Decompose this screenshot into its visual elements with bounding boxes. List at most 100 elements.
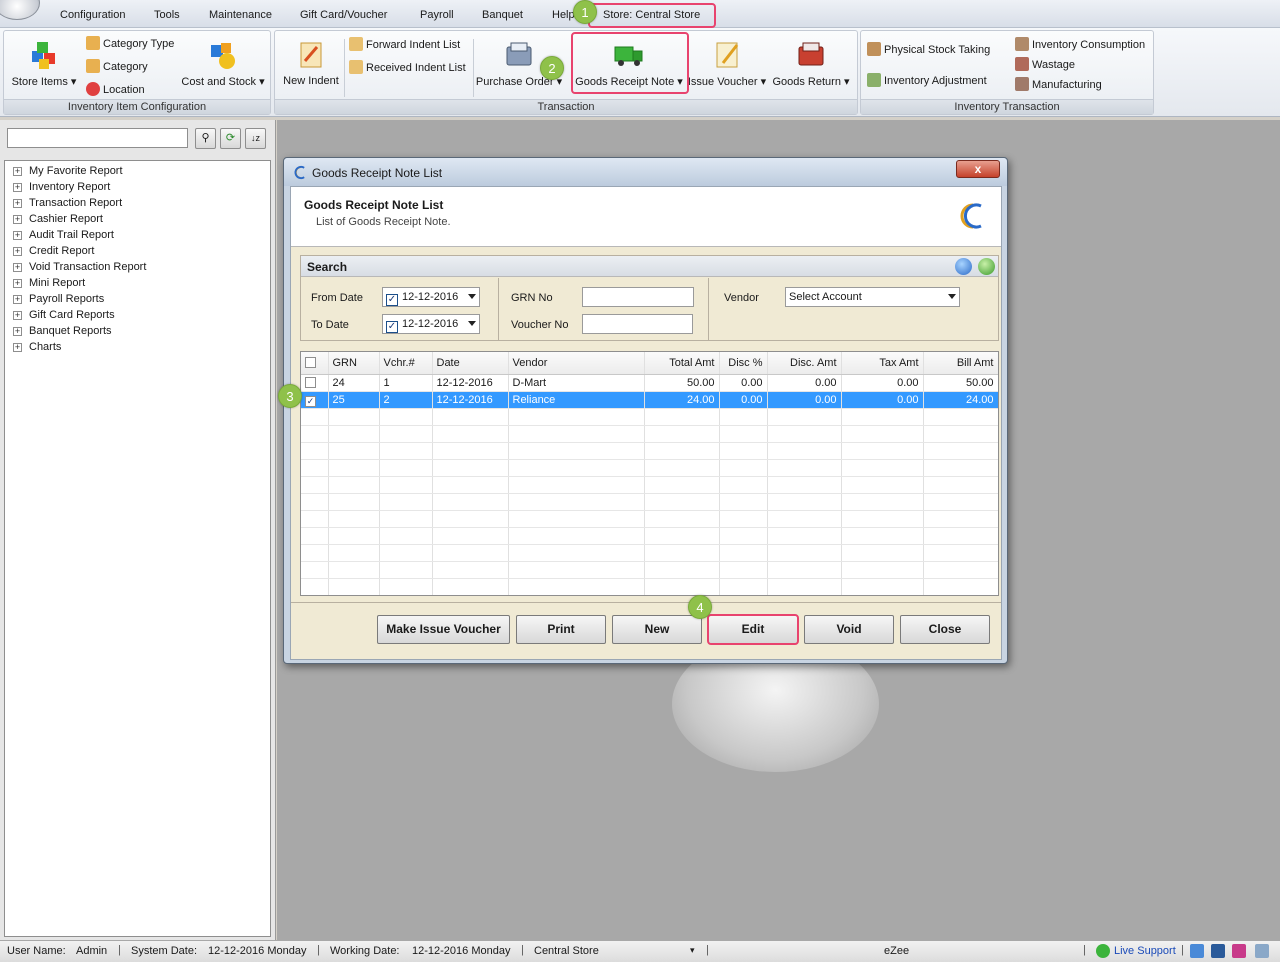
table-row[interactable]: 24 1 12-12-2016 D-Mart 50.00 0.00 0.00 0… — [301, 374, 998, 392]
goods-return-button[interactable]: Goods Return ▾ — [771, 39, 851, 88]
row-select-cell[interactable]: ✓ — [301, 391, 329, 409]
expand-icon[interactable]: + — [13, 231, 22, 240]
folder-icon — [86, 36, 100, 50]
live-support-link[interactable]: Live Support — [1114, 945, 1176, 957]
menu-configuration[interactable]: Configuration — [60, 9, 125, 21]
select-all-cell[interactable] — [301, 352, 329, 375]
column-header-tax-amt[interactable]: Tax Amt — [841, 352, 924, 375]
expand-icon[interactable]: + — [13, 247, 22, 256]
table-row-selected[interactable]: ✓ 25 2 12-12-2016 Reliance 24.00 0.00 0.… — [301, 391, 998, 409]
expand-icon[interactable]: + — [13, 183, 22, 192]
cost-and-stock-button[interactable]: Cost and Stock ▾ — [179, 39, 267, 88]
tray-computer-icon[interactable] — [1211, 944, 1225, 958]
physical-stock-taking-button[interactable]: Physical Stock Taking — [867, 41, 990, 59]
received-indent-list-button[interactable]: Received Indent List — [349, 59, 466, 77]
location-label: Location — [103, 84, 145, 96]
menu-tools[interactable]: Tools — [154, 9, 180, 21]
expand-icon[interactable]: + — [13, 199, 22, 208]
grn-no-input[interactable] — [582, 287, 694, 307]
new-button[interactable]: New — [612, 615, 702, 644]
chevron-down-icon[interactable]: ▾ — [690, 945, 695, 956]
tray-grid-icon[interactable] — [1232, 944, 1246, 958]
search-title: Search — [307, 260, 348, 274]
manufacturing-button[interactable]: Manufacturing — [1015, 76, 1102, 94]
issue-voucher-button[interactable]: Issue Voucher ▾ — [687, 39, 767, 88]
expand-icon[interactable]: + — [13, 279, 22, 288]
print-button[interactable]: Print — [516, 615, 606, 644]
expand-icon[interactable]: + — [13, 343, 22, 352]
from-date-picker[interactable]: ✓ 12-12-2016 — [382, 287, 480, 307]
tree-item[interactable]: + Credit Report — [5, 243, 270, 259]
select-all-checkbox[interactable] — [305, 356, 316, 368]
column-header-total-amt[interactable]: Total Amt — [644, 352, 720, 375]
tree-item[interactable]: + Inventory Report — [5, 179, 270, 195]
tree-item[interactable]: + Transaction Report — [5, 195, 270, 211]
tree-item[interactable]: + Gift Card Reports — [5, 307, 270, 323]
from-date-checkbox[interactable]: ✓ — [386, 294, 398, 306]
store-items-button[interactable]: Store Items ▾ — [9, 39, 79, 88]
expand-icon[interactable]: + — [13, 167, 22, 176]
close-icon[interactable]: x — [956, 160, 1000, 178]
category-type-button[interactable]: Category Type — [86, 35, 174, 53]
dialog-titlebar[interactable]: Goods Receipt Note List x — [284, 158, 1007, 186]
tree-item[interactable]: + Void Transaction Report — [5, 259, 270, 275]
category-button[interactable]: Category — [86, 58, 148, 76]
folder-icon — [86, 59, 100, 73]
close-button[interactable]: Close — [900, 615, 990, 644]
app-orb-button[interactable] — [0, 0, 40, 20]
inventory-adjustment-label: Inventory Adjustment — [884, 75, 987, 87]
tree-item[interactable]: + Mini Report — [5, 275, 270, 291]
wastage-button[interactable]: Wastage — [1015, 56, 1075, 74]
tree-item[interactable]: + Payroll Reports — [5, 291, 270, 307]
inventory-adjustment-button[interactable]: Inventory Adjustment — [867, 72, 987, 90]
forward-indent-list-button[interactable]: Forward Indent List — [349, 36, 460, 54]
column-header-grn[interactable]: GRN — [328, 352, 380, 375]
expand-icon[interactable]: + — [13, 295, 22, 304]
vendor-select[interactable]: Select Account — [785, 287, 960, 307]
binoculars-search-icon[interactable]: ⚲ — [195, 128, 216, 149]
column-header-bill-amt[interactable]: Bill Amt — [923, 352, 998, 375]
expand-icon[interactable]: + — [13, 263, 22, 272]
row-select-cell[interactable] — [301, 374, 329, 392]
expand-icon[interactable]: + — [13, 215, 22, 224]
location-button[interactable]: Location — [86, 81, 145, 99]
menu-help[interactable]: Help — [552, 9, 575, 21]
column-header-date[interactable]: Date — [432, 352, 509, 375]
inventory-consumption-button[interactable]: Inventory Consumption — [1015, 36, 1145, 54]
tree-item[interactable]: + Audit Trail Report — [5, 227, 270, 243]
search-icon[interactable] — [955, 258, 972, 275]
menu-gift-card-voucher[interactable]: Gift Card/Voucher — [300, 9, 387, 21]
to-date-picker[interactable]: ✓ 12-12-2016 — [382, 314, 480, 334]
reset-icon[interactable] — [978, 258, 995, 275]
tree-item[interactable]: + Cashier Report — [5, 211, 270, 227]
refresh-icon[interactable]: ⟳ — [220, 128, 241, 149]
tree-item[interactable]: + Charts — [5, 339, 270, 355]
tree-item[interactable]: + Banquet Reports — [5, 323, 270, 339]
make-issue-voucher-button[interactable]: Make Issue Voucher — [377, 615, 510, 644]
tree-item[interactable]: + My Favorite Report — [5, 163, 270, 179]
column-header-disc-pct[interactable]: Disc % — [719, 352, 768, 375]
column-header-vendor[interactable]: Vendor — [508, 352, 645, 375]
row-checkbox[interactable] — [305, 376, 316, 388]
ezee-logo-icon — [960, 203, 982, 229]
column-header-voucher[interactable]: Vchr.# — [379, 352, 433, 375]
report-search-input[interactable] — [7, 128, 188, 148]
void-button[interactable]: Void — [804, 615, 894, 644]
new-indent-button[interactable]: New Indent — [279, 39, 343, 87]
voucher-no-input[interactable] — [582, 314, 693, 334]
tree-item-label: Inventory Report — [29, 181, 111, 193]
to-date-checkbox[interactable]: ✓ — [386, 321, 398, 333]
column-header-disc-amt[interactable]: Disc. Amt — [767, 352, 842, 375]
store-value[interactable]: Central Store — [534, 945, 599, 957]
tray-flag-icon[interactable] — [1190, 944, 1204, 958]
expand-icon[interactable]: + — [13, 327, 22, 336]
cell-vendor: Reliance — [508, 391, 645, 409]
live-support-icon[interactable] — [1096, 944, 1110, 958]
row-checkbox-checked[interactable]: ✓ — [305, 395, 316, 407]
sort-az-icon[interactable]: ↓z — [245, 128, 266, 149]
menu-payroll[interactable]: Payroll — [420, 9, 454, 21]
tray-dc-icon[interactable] — [1255, 944, 1269, 958]
menu-banquet[interactable]: Banquet — [482, 9, 523, 21]
menu-maintenance[interactable]: Maintenance — [209, 9, 272, 21]
expand-icon[interactable]: + — [13, 311, 22, 320]
